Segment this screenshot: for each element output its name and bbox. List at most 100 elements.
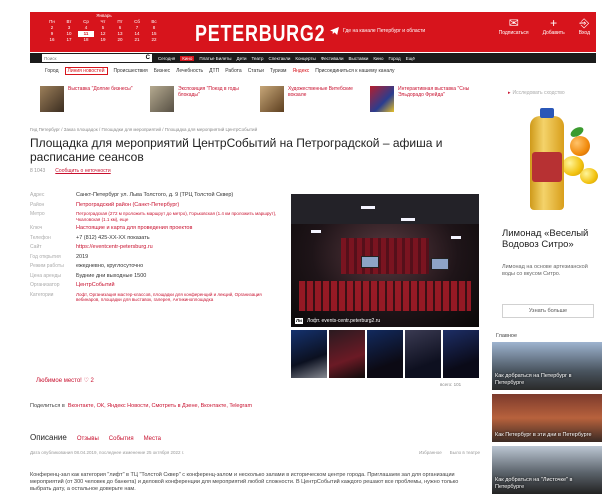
info-row-price: Цена аренды Будние дни выходные 1500 — [30, 272, 147, 279]
info-row-hours: Режим работы ежедневно, круглосуточно — [30, 263, 144, 269]
venue-main-photo[interactable]: Ли Лофт. events-centr.peterburg2.ru — [291, 194, 479, 327]
tab-places[interactable]: Места — [144, 436, 161, 442]
nav-item-active[interactable]: Кино — [180, 55, 195, 61]
visited-button[interactable]: Было в театре — [450, 450, 480, 455]
share-links[interactable]: Вконтакте, ОК, Яндекс Новости, Смотреть … — [68, 403, 252, 409]
description-text: Конференц-зал как категория "лифт" в ТЦ … — [30, 472, 459, 492]
promo-card[interactable]: Художественные Витебские вокзале — [260, 86, 362, 120]
info-row-metro: Метро Петроградская (272 м проложить марш… — [30, 211, 280, 222]
categories-links[interactable]: Лофт, Организация мастер-классов, площад… — [76, 292, 280, 303]
photo-thumbnail[interactable] — [291, 330, 327, 378]
ad-image[interactable] — [500, 108, 602, 228]
subnav-item[interactable]: Статьи — [248, 68, 264, 74]
sidebar-snippet[interactable]: ▸ Исследовать сходство — [508, 90, 600, 96]
nav-item[interactable]: Театр — [252, 56, 264, 61]
search-input[interactable]: Поиск C — [42, 54, 152, 62]
site-logo[interactable]: PETERBURG2 — [195, 20, 325, 47]
tab-description[interactable]: Описание — [30, 433, 67, 442]
report-link[interactable]: Сообщить о неточности — [55, 168, 110, 174]
info-row-district: Район Петроградский район (Санкт-Петербур… — [30, 201, 180, 209]
calendar-week-row[interactable]: 16 17 18 19 20 21 22 — [44, 37, 164, 43]
photo-caption: Лофт. events-centr.peterburg2.ru — [306, 318, 381, 324]
district-link[interactable]: Петроградский район (Санкт-Петербург) — [76, 202, 179, 209]
news-card[interactable]: Как добраться на "Листочке" в Петербурге — [492, 446, 602, 494]
search-icon[interactable]: C — [146, 55, 150, 61]
nav-item[interactable]: Спектакли — [269, 56, 291, 61]
promo-thumbnail — [150, 86, 174, 112]
news-card[interactable]: Как Петербург в эти дни в Петербурге — [492, 394, 602, 442]
telegram-text: Где на канале Петербург и области — [343, 28, 426, 34]
nav-item[interactable]: Фестивали — [321, 56, 344, 61]
page-title: Площадка для мероприятий ЦентрСобытий на… — [30, 136, 443, 164]
hours-value: ежедневно, круглосуточно — [76, 263, 144, 269]
site-header: Январь Пн Вт Ср Чт Пт Сб Вс 2345678 9 10 11 12 13 1… — [30, 12, 596, 52]
info-row-site: Сайт https://eventcentr-petersburg.ru — [30, 244, 153, 251]
key-link[interactable]: Настоящие и карта для проведения проекто… — [76, 225, 192, 232]
telegram-link[interactable]: Где на канале Петербург и области — [330, 27, 425, 35]
favorite-link[interactable]: Любимое место! ♡ 2 — [36, 377, 94, 384]
telegram-icon — [330, 27, 339, 35]
subnav-item[interactable]: Происшествия — [114, 68, 148, 74]
subnav-item[interactable]: Присоединиться к нашему каналу — [315, 68, 394, 74]
publish-dates: Дата опубликования 08.04.2019, последнее… — [30, 450, 480, 455]
photo-thumbnail[interactable] — [443, 330, 479, 378]
nav-item[interactable]: Ещё — [406, 56, 415, 61]
favorite-button[interactable]: Избранное — [419, 450, 442, 455]
nav-item[interactable]: Дети — [237, 56, 247, 61]
promo-text: Художественные Витебские вокзале — [288, 86, 353, 98]
subnav-item[interactable]: Яндекс — [292, 68, 309, 74]
year-value: 2019 — [76, 253, 89, 260]
organizer-link[interactable]: ЦентрСобытий — [76, 282, 115, 289]
news-caption: Как добраться на Петербург в Петербурге — [495, 373, 572, 386]
main-nav: Поиск C Сегодня Кино Платье Билеты Дети … — [30, 53, 596, 63]
promo-card[interactable]: Экспозиция "Поезд в годы блокады" — [150, 86, 252, 120]
promo-thumbnail — [260, 86, 284, 112]
promo-card[interactable]: Выставка "Долгие бизнесы" — [40, 86, 142, 120]
photo-count[interactable]: всего: 101 — [440, 382, 461, 387]
metro-link[interactable]: Петроградская (272 м проложить маршрут д… — [76, 211, 280, 222]
nav-item[interactable]: Концерты — [295, 56, 315, 61]
login-button[interactable]: ⎆ Вход — [579, 16, 590, 36]
venue-info: Адрес Санкт-Петербург ул. Льва Толстого, … — [30, 192, 280, 306]
publish-date: Дата опубликования 08.04.2019, последнее… — [30, 450, 185, 455]
info-row-organizer: Организатор ЦентрСобытий — [30, 282, 115, 289]
photo-thumbnail[interactable] — [329, 330, 365, 378]
photo-thumbnail[interactable] — [367, 330, 403, 378]
tab-events[interactable]: События — [109, 436, 134, 442]
site-link[interactable]: https://eventcentr-petersburg.ru — [76, 244, 153, 251]
address-value[interactable]: Санкт-Петербург ул. Льва Толстого, д. 9 … — [76, 192, 233, 199]
news-heading: Главное — [496, 333, 518, 339]
header-actions: ✉ Подписаться + Добавить ⎆ Вход — [499, 16, 590, 36]
subnav-item[interactable]: ДТП — [209, 68, 219, 74]
phone-value[interactable]: +7 (812) 425-XX-XX показать — [76, 235, 150, 242]
subnav-item[interactable]: Туризм — [270, 68, 287, 74]
nav-item[interactable]: Город — [388, 56, 400, 61]
nav-item[interactable]: Платье Билеты — [199, 56, 231, 61]
subnav-item-highlight[interactable]: Линия новостей — [64, 67, 108, 75]
photo-brand: Ли — [295, 318, 303, 324]
subnav-item[interactable]: Лечебность — [176, 68, 203, 74]
info-row-phone: Телефон +7 (812) 425-XX-XX показать — [30, 234, 150, 242]
promo-text: Выставка "Долгие бизнесы" — [68, 86, 133, 92]
promo-card[interactable]: Интерактивная выставка "Сны Эльдорадо Фр… — [370, 86, 472, 120]
promo-thumbnail — [370, 86, 394, 112]
nav-item[interactable]: Кино — [373, 56, 383, 61]
views-count: 8 1043 — [30, 168, 46, 174]
nav-item[interactable]: Выставки — [348, 56, 368, 61]
breadcrumb[interactable]: Гид Петербург / Заказ площадок / Площадк… — [30, 127, 257, 132]
subscribe-button[interactable]: ✉ Подписаться — [499, 16, 529, 36]
ad-more-button[interactable]: Узнать больше — [502, 304, 594, 318]
photo-thumbnail[interactable] — [405, 330, 441, 378]
promo-strip: Выставка "Долгие бизнесы" Экспозиция "По… — [40, 86, 480, 120]
add-icon: + — [550, 16, 558, 30]
ad-title[interactable]: Лимонад «Веселый Водовоз Ситро» — [502, 228, 598, 250]
subnav-item[interactable]: Работа — [225, 68, 242, 74]
subnav-item[interactable]: Город — [45, 68, 59, 74]
subnav-item[interactable]: Бизнес — [154, 68, 170, 74]
calendar-widget[interactable]: Январь Пн Вт Ср Чт Пт Сб Вс 2345678 9 10 11 12 13 1… — [44, 13, 164, 51]
add-button[interactable]: + Добавить — [543, 16, 565, 36]
news-card[interactable]: Как добраться на Петербург в Петербурге — [492, 342, 602, 390]
info-row-address: Адрес Санкт-Петербург ул. Льва Толстого, … — [30, 192, 234, 199]
nav-item[interactable]: Сегодня — [158, 56, 175, 61]
tab-reviews[interactable]: Отзывы — [77, 436, 99, 442]
